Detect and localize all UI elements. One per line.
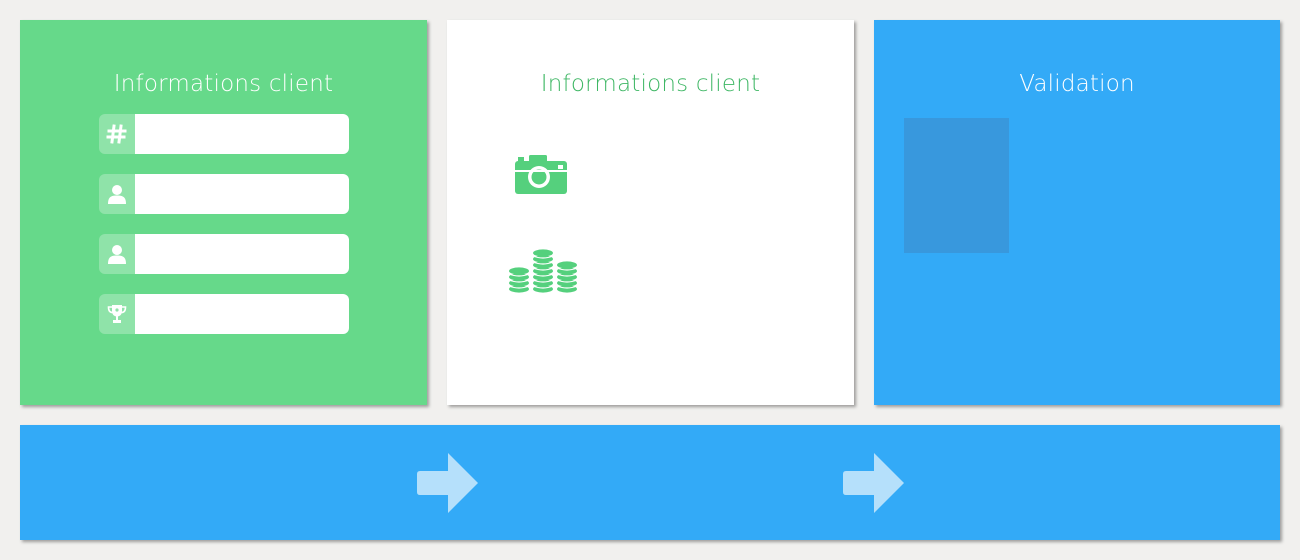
validation-panel: Validation xyxy=(874,20,1280,405)
trophy-icon xyxy=(99,294,135,334)
number-field xyxy=(99,114,349,154)
last-name-field xyxy=(99,234,349,274)
camera-icon[interactable] xyxy=(513,152,569,200)
arrow-right-icon[interactable] xyxy=(843,451,905,519)
first-name-input[interactable] xyxy=(135,174,349,214)
step-navigation-bar xyxy=(20,425,1280,540)
hash-icon xyxy=(99,114,135,154)
panel-title: Validation xyxy=(1019,71,1135,97)
last-name-input[interactable] xyxy=(135,234,349,274)
arrow-right-icon[interactable] xyxy=(417,451,479,519)
panel-title: Informations client xyxy=(113,71,334,97)
user-icon xyxy=(99,174,135,214)
media-panel: Informations client xyxy=(447,20,854,405)
coins-icon[interactable] xyxy=(508,246,578,298)
user-icon xyxy=(99,234,135,274)
panel-title: Informations client xyxy=(540,71,761,97)
first-name-field xyxy=(99,174,349,214)
validation-drop-zone[interactable] xyxy=(904,118,1009,253)
award-field xyxy=(99,294,349,334)
award-input[interactable] xyxy=(135,294,349,334)
client-info-panel: Informations client xyxy=(20,20,427,405)
number-input[interactable] xyxy=(135,114,349,154)
